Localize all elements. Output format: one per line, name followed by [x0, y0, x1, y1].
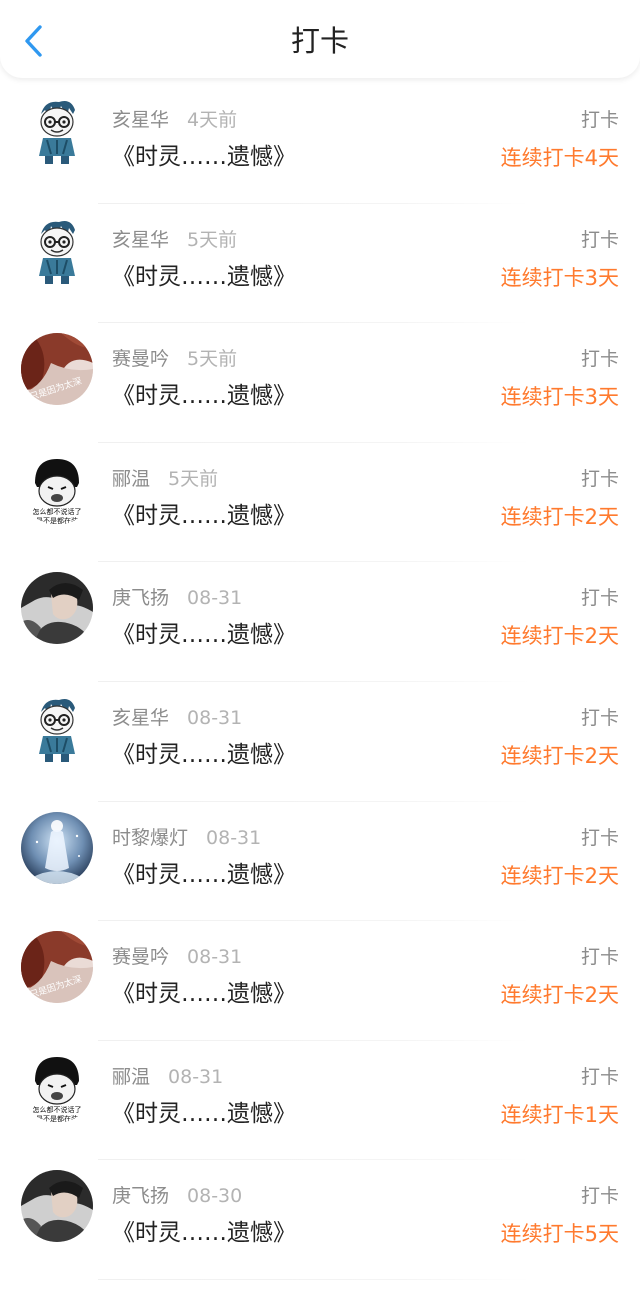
- user-name: 庚飞扬: [112, 1185, 170, 1208]
- svg-text:是不是都在装: 是不是都在装: [36, 516, 78, 525]
- post-time: 5天前: [168, 467, 219, 490]
- streak-label: 连续打卡3天: [500, 385, 619, 410]
- user-avatar[interactable]: [21, 213, 93, 286]
- user-avatar[interactable]: [21, 94, 93, 166]
- streak-label: 连续打卡2天: [500, 743, 619, 768]
- svg-text:怎么都不说话了: 怎么都不说话了: [33, 507, 82, 516]
- top-nav-bar: 打卡: [0, 0, 640, 78]
- list-item[interactable]: 时黎爆灯 08-31 《时灵……遗憾》 打卡 连续打卡2天: [0, 802, 640, 922]
- book-title: 《时灵……遗憾》: [112, 383, 296, 410]
- book-title: 《时灵……遗憾》: [112, 263, 296, 290]
- streak-label: 连续打卡3天: [500, 265, 619, 290]
- post-time: 08-31: [187, 946, 243, 969]
- portrait-avatar-icon: [21, 572, 93, 645]
- user-avatar[interactable]: 怎么都不说话了 是不是都在装: [21, 452, 93, 525]
- list-item[interactable]: 亥星华 4天前 《时灵……遗憾》 打卡 连续打卡4天: [0, 84, 640, 204]
- user-name-line: 庚飞扬 08-30: [112, 1184, 242, 1208]
- user-name: 亥星华: [112, 706, 170, 729]
- streak-label: 连续打卡2天: [500, 624, 619, 649]
- action-label: 打卡: [580, 1065, 619, 1088]
- action-label: 打卡: [580, 109, 619, 131]
- user-avatar[interactable]: [21, 811, 93, 884]
- list-item[interactable]: 亥星华 5天前 《时灵……遗憾》 打卡 连续打卡3天: [0, 204, 640, 324]
- user-name: 亥星华: [112, 228, 170, 251]
- red-hair-avatar-icon: 只是因为太深: [21, 931, 93, 1004]
- list-item[interactable]: 怎么都不说话了 是不是都在装 郦温 08-31 《时灵……遗憾》 打卡 连续打卡1…: [0, 1041, 640, 1161]
- user-name: 时黎爆灯: [112, 826, 189, 849]
- post-time: 08-30: [187, 1185, 243, 1208]
- ghost-figure-avatar-icon: [21, 811, 93, 884]
- user-avatar[interactable]: [21, 572, 93, 645]
- book-title: 《时灵……遗憾》: [112, 1220, 296, 1247]
- user-avatar[interactable]: [21, 1170, 93, 1243]
- red-hair-avatar-icon: 只是因为太深: [21, 333, 93, 406]
- user-name-line: 时黎爆灯 08-31: [112, 826, 261, 850]
- user-name: 庚飞扬: [112, 587, 170, 610]
- user-name-line: 亥星华 5天前: [112, 228, 237, 252]
- svg-text:怎么都不说话了: 怎么都不说话了: [33, 1105, 82, 1114]
- book-title: 《时灵……遗憾》: [112, 622, 296, 649]
- svg-text:是不是都在装: 是不是都在装: [36, 1114, 78, 1123]
- action-label: 打卡: [580, 467, 619, 490]
- user-name-line: 赛曼吟 5天前: [112, 347, 237, 371]
- portrait-avatar-icon: [21, 1170, 93, 1243]
- user-avatar[interactable]: [21, 691, 93, 764]
- post-time: 08-31: [206, 826, 262, 849]
- user-name: 郦温: [112, 467, 151, 490]
- streak-label: 连续打卡2天: [500, 983, 619, 1008]
- user-name-line: 庚飞扬 08-31: [112, 586, 242, 610]
- meme-face-avatar-icon: 怎么都不说话了 是不是都在装: [21, 1050, 93, 1123]
- action-label: 打卡: [580, 1185, 619, 1208]
- post-time: 08-31: [187, 706, 243, 729]
- user-avatar[interactable]: 只是因为太深: [21, 333, 93, 406]
- meme-face-avatar-icon: 怎么都不说话了 是不是都在装: [21, 452, 93, 525]
- list-item[interactable]: 只是因为太深 赛曼吟 5天前 《时灵……遗憾》 打卡 连续打卡3天: [0, 323, 640, 443]
- user-name-line: 郦温 08-31: [112, 1065, 223, 1089]
- user-name-line: 亥星华 08-31: [112, 706, 242, 730]
- user-name: 赛曼吟: [112, 348, 170, 371]
- user-avatar[interactable]: 只是因为太深: [21, 931, 93, 1004]
- action-label: 打卡: [580, 348, 619, 371]
- list-item[interactable]: 亥星华 08-31 《时灵……遗憾》 打卡 连续打卡2天: [0, 682, 640, 802]
- user-name: 郦温: [112, 1065, 151, 1088]
- user-name-line: 亥星华 4天前: [112, 108, 237, 132]
- cartoon-boy-avatar-icon: [21, 213, 93, 286]
- streak-label: 连续打卡4天: [500, 146, 619, 170]
- user-name: 赛曼吟: [112, 946, 170, 969]
- action-label: 打卡: [580, 587, 619, 610]
- book-title: 《时灵……遗憾》: [112, 502, 296, 529]
- user-name: 亥星华: [112, 109, 170, 131]
- action-label: 打卡: [580, 826, 619, 849]
- list-item[interactable]: 只是因为太深 赛曼吟 08-31 《时灵……遗憾》 打卡 连续打卡2天: [0, 921, 640, 1041]
- action-label: 打卡: [580, 706, 619, 729]
- streak-label: 连续打卡1天: [500, 1102, 619, 1127]
- list-item[interactable]: 庚飞扬 08-30 《时灵……遗憾》 打卡 连续打卡5天: [0, 1160, 640, 1280]
- book-title: 《时灵……遗憾》: [112, 144, 296, 170]
- book-title: 《时灵……遗憾》: [112, 861, 296, 888]
- cartoon-boy-avatar-icon: [21, 94, 93, 166]
- post-time: 4天前: [187, 109, 238, 131]
- book-title: 《时灵……遗憾》: [112, 981, 296, 1008]
- book-title: 《时灵……遗憾》: [112, 741, 296, 768]
- post-time: 08-31: [187, 587, 243, 610]
- action-label: 打卡: [580, 228, 619, 251]
- list-item[interactable]: 怎么都不说话了 是不是都在装 郦温 5天前 《时灵……遗憾》 打卡 连续打卡2天: [0, 443, 640, 563]
- streak-label: 连续打卡5天: [500, 1222, 619, 1247]
- checkin-list: 亥星华 4天前 《时灵……遗憾》 打卡 连续打卡4天 亥星华 5天前 《时灵……遗憾…: [0, 84, 640, 1280]
- user-avatar[interactable]: 怎么都不说话了 是不是都在装: [21, 1050, 93, 1123]
- streak-label: 连续打卡2天: [500, 863, 619, 888]
- cartoon-boy-avatar-icon: [21, 691, 93, 764]
- list-item[interactable]: 庚飞扬 08-31 《时灵……遗憾》 打卡 连续打卡2天: [0, 562, 640, 682]
- user-name-line: 郦温 5天前: [112, 467, 218, 491]
- post-time: 5天前: [187, 228, 238, 251]
- streak-label: 连续打卡2天: [500, 504, 619, 529]
- user-name-line: 赛曼吟 08-31: [112, 945, 242, 969]
- post-time: 08-31: [168, 1065, 224, 1088]
- book-title: 《时灵……遗憾》: [112, 1100, 296, 1127]
- post-time: 5天前: [187, 348, 238, 371]
- page-title: 打卡: [290, 24, 349, 58]
- action-label: 打卡: [580, 946, 619, 969]
